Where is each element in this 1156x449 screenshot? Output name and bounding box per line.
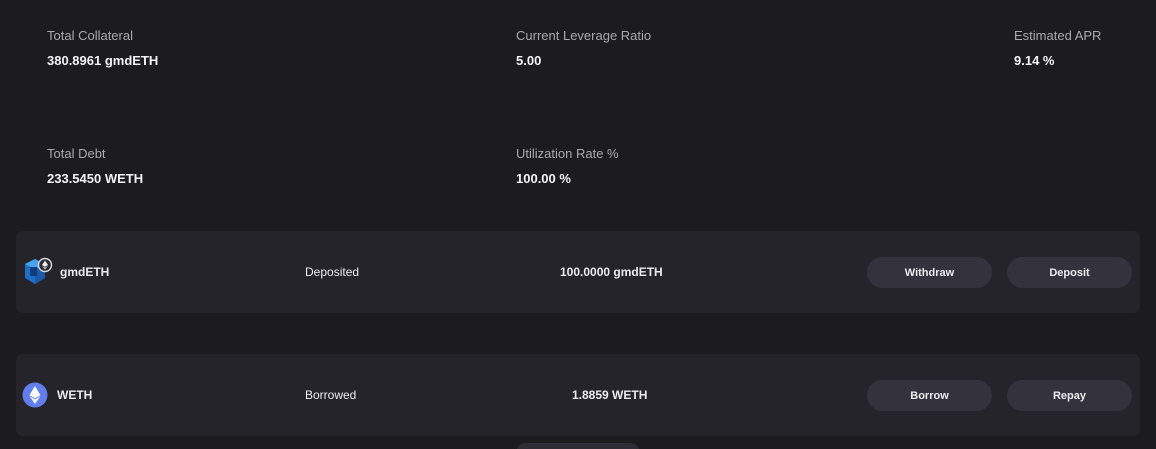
withdraw-button[interactable]: Withdraw [867,257,992,288]
stat-value: 380.8961 gmdETH [47,53,159,68]
asset-amount: 100.0000 gmdETH [560,265,663,279]
asset-amount: 1.8859 WETH [572,388,648,402]
asset-status: Deposited [305,265,360,279]
stat-leverage-ratio: Current Leverage Ratio 5.00 [516,28,651,69]
stat-value: 9.14 % [1014,53,1055,68]
stat-estimated-apr: Estimated APR 9.14 % [1014,28,1101,69]
stat-label: Total Collateral [47,28,133,43]
asset-status: Borrowed [305,388,357,402]
stat-value: 233.5450 WETH [47,171,144,186]
deposit-button[interactable]: Deposit [1007,257,1132,288]
asset-name: WETH [57,388,93,402]
gmdeth-token-icon [21,231,53,313]
stat-label: Current Leverage Ratio [516,28,652,43]
stat-value: 5.00 [516,53,542,68]
weth-token-icon [22,354,48,436]
asset-row-weth: WETH Borrowed 1.8859 WETH Borrow Repay [16,354,1140,436]
stat-total-debt: Total Debt 233.5450 WETH [47,146,143,187]
stat-value: 100.00 % [516,171,571,186]
bottom-button-partial[interactable] [516,443,640,449]
asset-name: gmdETH [60,265,110,279]
repay-button[interactable]: Repay [1007,380,1132,411]
borrow-button[interactable]: Borrow [867,380,992,411]
stat-total-collateral: Total Collateral 380.8961 gmdETH [47,28,158,69]
stat-label: Utilization Rate % [516,146,619,161]
position-page: Total Collateral 380.8961 gmdETH Current… [0,0,1156,449]
asset-row-gmdeth: gmdETH Deposited 100.0000 gmdETH Withdra… [16,231,1140,313]
stat-label: Estimated APR [1014,28,1102,43]
stat-utilization-rate: Utilization Rate % 100.00 % [516,146,619,187]
stat-label: Total Debt [47,146,106,161]
